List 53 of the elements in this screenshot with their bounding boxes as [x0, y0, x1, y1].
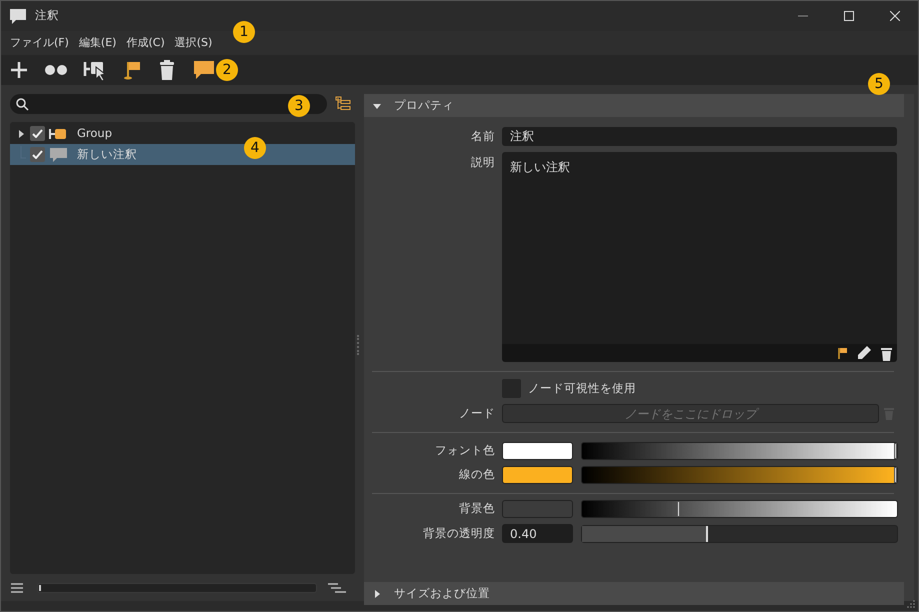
trash-icon[interactable]: [880, 346, 893, 360]
opacity-field[interactable]: 0.40: [502, 524, 573, 543]
color-swatch[interactable]: [502, 442, 573, 460]
add-icon: [9, 60, 29, 80]
search-field[interactable]: [10, 94, 327, 114]
section-title: サイズおよび位置: [394, 584, 490, 602]
flag-icon[interactable]: [836, 346, 848, 360]
checkbox[interactable]: [30, 147, 45, 162]
section-header[interactable]: プロパティ: [364, 94, 904, 117]
node-drop-field[interactable]: ノードをここにドロップ: [502, 404, 879, 423]
flag-icon: [122, 59, 142, 81]
menu-item[interactable]: 選択(S): [170, 34, 218, 52]
field-label: 背景色: [458, 500, 496, 518]
slider-fill[interactable]: [582, 526, 708, 542]
menu-item[interactable]: 作成(C): [121, 34, 170, 52]
checkbox[interactable]: [30, 126, 45, 141]
maximize-icon: [844, 11, 854, 21]
slider-thumb[interactable]: [894, 467, 897, 483]
group-icon: [49, 126, 69, 140]
resize-grip-icon[interactable]: [907, 600, 915, 608]
field-label: 背景の透明度: [422, 524, 496, 542]
field-label: フォント色: [434, 442, 496, 460]
expand-arrow-icon: [372, 588, 382, 598]
field-label: 名前: [470, 128, 496, 145]
close-icon: [890, 11, 900, 21]
scrollbar[interactable]: [37, 583, 317, 593]
node-cursor-icon: [83, 59, 107, 81]
tree-item-label: 新しい注釈: [77, 146, 137, 163]
color-swatch[interactable]: [502, 500, 573, 518]
name-field[interactable]: 注釈: [502, 127, 897, 146]
expand-arrow-icon[interactable]: [16, 128, 26, 138]
menu-item[interactable]: 編集(E): [74, 34, 122, 52]
menu-item[interactable]: ファイル(F): [5, 34, 74, 52]
checkbox-label: ノード可視性を使用: [528, 380, 636, 397]
field-label: 線の色: [458, 466, 496, 484]
section-title: プロパティ: [394, 96, 454, 114]
trash-icon: [157, 59, 177, 81]
color-swatch[interactable]: [502, 466, 573, 484]
indent-list-icon[interactable]: [327, 582, 347, 594]
description-field[interactable]: 新しい注釈: [502, 152, 897, 344]
speech-bubble-icon: [9, 8, 27, 24]
list-icon[interactable]: [10, 582, 24, 594]
tree-item-label: Group: [77, 124, 112, 142]
field-label: 説明: [470, 154, 496, 171]
field-label: ノード: [458, 404, 496, 422]
slider-thumb[interactable]: [676, 501, 680, 517]
hierarchy-icon: [335, 96, 351, 112]
window-title: 注釈: [35, 7, 59, 24]
search-icon: [16, 98, 29, 110]
section-header[interactable]: サイズおよび位置: [364, 582, 904, 605]
speech-bubble-icon: [49, 146, 69, 162]
slider-thumb[interactable]: [894, 443, 897, 459]
speech-bubble-icon: [192, 59, 216, 81]
